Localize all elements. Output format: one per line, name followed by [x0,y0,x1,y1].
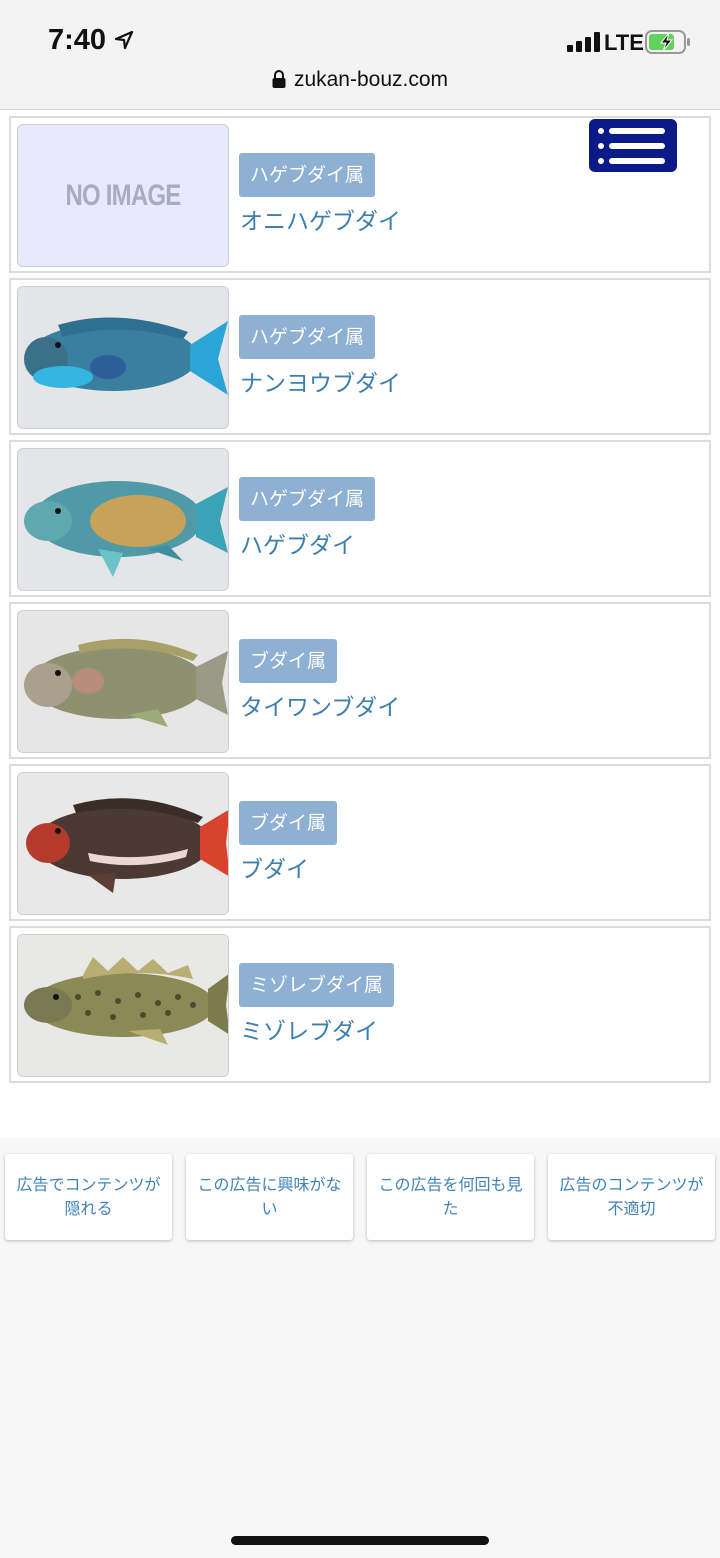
genus-badge[interactable]: ブダイ属 [239,639,338,683]
species-name-link[interactable]: タイワンブダイ [240,688,400,722]
hamburger-menu-icon [598,128,665,164]
species-name-link[interactable]: オニハゲブダイ [240,202,401,236]
genus-badge[interactable]: ハゲブダイ属 [239,315,376,359]
ad-feedback-button[interactable]: 広告のコンテンツが不適切 [548,1154,715,1240]
url-text: zukan-bouz.com [293,68,449,91]
ad-feedback-button[interactable]: この広告に興味がない [186,1154,353,1240]
fish-thumbnail[interactable] [17,934,229,1077]
fish-thumbnail[interactable] [17,610,229,753]
list-item[interactable]: ブダイ属 ブダイ [9,764,711,921]
ad-feedback-button[interactable]: この広告を何回も見た [367,1154,534,1240]
network-label: LTE [604,30,644,55]
fish-thumbnail[interactable]: NO IMAGE [17,124,229,267]
status-bar: 7:40 LTE zukan-bouz.com [0,0,720,110]
list-item[interactable]: ハゲブダイ属 ハゲブダイ [9,440,711,597]
location-arrow-icon [114,30,134,50]
fish-thumbnail[interactable] [17,448,229,591]
fish-thumbnail[interactable] [17,286,229,429]
address-bar[interactable]: zukan-bouz.com [0,68,720,92]
list-item[interactable]: ミゾレブダイ属 ミゾレブダイ [9,926,711,1083]
status-time: 7:40 [48,24,107,56]
battery-charging-icon [645,30,690,54]
fish-photo [18,449,228,590]
home-indicator[interactable] [231,1536,489,1545]
no-image-placeholder: NO IMAGE [65,179,182,212]
lock-icon [272,70,286,88]
fish-photo [18,935,228,1076]
fish-thumbnail[interactable] [17,772,229,915]
species-name-link[interactable]: ミゾレブダイ [240,1012,378,1046]
species-name-link[interactable]: ハゲブダイ [240,526,355,560]
species-name-link[interactable]: ナンヨウブダイ [240,364,401,398]
fish-photo [18,773,228,914]
list-item[interactable]: ハゲブダイ属 ナンヨウブダイ [9,278,711,435]
cellular-signal-icon [567,32,600,52]
list-item[interactable]: ブダイ属 タイワンブダイ [9,602,711,759]
genus-badge[interactable]: ハゲブダイ属 [239,153,376,197]
menu-button[interactable] [589,119,677,172]
genus-badge[interactable]: ハゲブダイ属 [239,477,376,521]
ad-feedback-area: 広告でコンテンツが隠れる この広告に興味がない この広告を何回も見た 広告のコン… [0,1138,720,1558]
ad-feedback-button[interactable]: 広告でコンテンツが隠れる [5,1154,172,1240]
fish-photo [18,287,228,428]
genus-badge[interactable]: ブダイ属 [239,801,338,845]
fish-photo [18,611,228,752]
genus-badge[interactable]: ミゾレブダイ属 [239,963,395,1007]
species-name-link[interactable]: ブダイ [240,850,309,884]
